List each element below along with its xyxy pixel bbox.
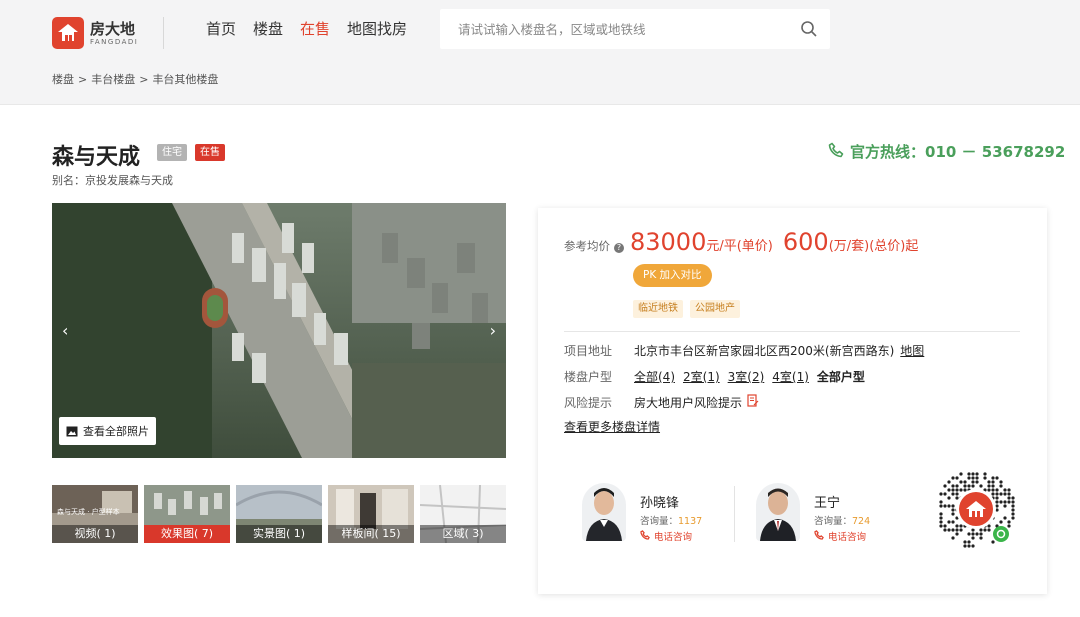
address-row: 项目地址 北京市丰台区新宫家园北区西200米(新宫西路东) 地图: [564, 342, 924, 359]
view-all-photos-button[interactable]: 查看全部照片: [59, 417, 156, 445]
divider: [734, 486, 735, 542]
nav-on-sale[interactable]: 在售: [300, 18, 330, 40]
price-label: 参考均价: [564, 239, 610, 253]
hotline[interactable]: 官方热线：010 － 53678292: [828, 141, 1065, 162]
document-icon[interactable]: [747, 394, 759, 411]
phone-consult-button[interactable]: 电话咨询: [814, 529, 866, 543]
phone-consult-label: 电话咨询: [828, 532, 867, 543]
thumb-render[interactable]: 效果图( 7): [144, 485, 230, 543]
feature-tag: 临近地铁: [633, 300, 683, 318]
risk-row: 风险提示 房大地用户风险提示: [564, 394, 759, 411]
consult-number: 724: [852, 516, 871, 527]
status-badge: 在售: [195, 144, 225, 161]
layout-row: 楼盘户型 全部(4) 2室(1) 3室(2) 4室(1) 全部户型: [564, 368, 865, 385]
thumb-caption: 样板间( 15): [328, 525, 414, 543]
main-photo[interactable]: ‹ › 查看全部照片: [52, 203, 506, 458]
thumb-video[interactable]: 森与天成 · 户型样本 视频( 1): [52, 485, 138, 543]
consult-label: 咨询量：: [814, 516, 853, 527]
agent-consult-count: 咨询量：724: [814, 513, 870, 527]
type-badge: 住宅: [157, 144, 187, 161]
image-icon: [66, 426, 78, 437]
nav-map-search[interactable]: 地图找房: [347, 18, 407, 40]
breadcrumb-fengtai[interactable]: 丰台楼盘: [91, 73, 135, 86]
phone-consult-label: 电话咨询: [654, 532, 693, 543]
phone-consult-button[interactable]: 电话咨询: [640, 529, 692, 543]
price-row: 参考均价 ? 83000 元/平(单价) 600 (万/套)(总价)起: [564, 228, 918, 256]
agent-name: 孙晓锋: [640, 496, 680, 511]
more-details-link[interactable]: 查看更多楼盘详情: [564, 418, 660, 435]
layout-filter-2room[interactable]: 2室(1): [683, 368, 720, 385]
help-icon[interactable]: ?: [614, 243, 624, 253]
thumb-real-photo[interactable]: 实景图( 1): [236, 485, 322, 543]
consult-number: 1137: [678, 516, 703, 527]
view-all-photos-label: 查看全部照片: [83, 425, 149, 438]
divider: [163, 17, 164, 49]
breadcrumb-sep: >: [139, 73, 149, 86]
project-title: 森与天成: [52, 145, 141, 170]
thumbnail-strip: 森与天成 · 户型样本 视频( 1) 效果图( 7) 实景图( 1) 样板间( …: [52, 485, 506, 543]
unit-price-unit: 元/平(单价): [706, 239, 773, 254]
thumb-caption: 实景图( 1): [236, 525, 322, 543]
thumb-area-map[interactable]: 区域( 3): [420, 485, 506, 543]
risk-value[interactable]: 房大地用户风险提示: [634, 394, 742, 411]
agent-avatar[interactable]: [756, 483, 800, 541]
breadcrumb-fengtai-other[interactable]: 丰台其他楼盘: [152, 73, 218, 86]
all-layouts-link[interactable]: 全部户型: [817, 368, 865, 385]
hotline-text: 官方热线：010 － 53678292: [850, 143, 1066, 161]
logo-text: 房大地: [90, 19, 136, 38]
layout-label: 楼盘户型: [564, 370, 613, 384]
total-price-unit: (万/套)(总价)起: [828, 239, 919, 254]
thumb-caption: 区域( 3): [420, 525, 506, 543]
thumb-caption: 效果图( 7): [144, 525, 230, 543]
thumb-caption: 视频( 1): [52, 525, 138, 543]
site-logo[interactable]: 房大地 FANGDADI: [52, 17, 138, 49]
map-link[interactable]: 地图: [900, 342, 924, 359]
search-box: [440, 9, 830, 49]
search-icon[interactable]: [800, 20, 818, 38]
nav-home[interactable]: 首页: [206, 18, 236, 40]
unit-price: 83000: [630, 228, 707, 256]
agent-avatar[interactable]: [582, 483, 626, 541]
agent-consult-count: 咨询量：1137: [640, 513, 702, 527]
project-info-card: 参考均价 ? 83000 元/平(单价) 600 (万/套)(总价)起 PK 加…: [538, 208, 1047, 594]
phone-icon: [814, 529, 824, 543]
next-photo-arrow[interactable]: ›: [490, 321, 496, 340]
address-label: 项目地址: [564, 344, 613, 358]
address-value: 北京市丰台区新宫家园北区西200米(新宫西路东): [634, 344, 895, 358]
layout-filter-4room[interactable]: 4室(1): [772, 368, 809, 385]
search-input[interactable]: [440, 9, 780, 49]
feature-tag: 公园地产: [690, 300, 740, 318]
mini-program-qr-code: [933, 466, 1019, 552]
project-alias: 别名：京投发展森与天成: [52, 174, 173, 187]
add-to-compare-button[interactable]: PK 加入对比: [633, 264, 712, 287]
nav-properties[interactable]: 楼盘: [253, 18, 283, 40]
divider: [564, 331, 1020, 332]
main-nav: 首页 楼盘 在售 地图找房: [206, 18, 407, 40]
logo-house-icon: [52, 17, 84, 49]
risk-label: 风险提示: [564, 396, 613, 410]
layout-filter-3room[interactable]: 3室(2): [728, 368, 765, 385]
thumb-overlay-text: 森与天成 · 户型样本: [57, 508, 120, 516]
agent-name: 王宁: [814, 496, 841, 511]
breadcrumb: 楼盘 > 丰台楼盘 > 丰台其他楼盘: [52, 71, 218, 87]
total-price: 600: [782, 228, 829, 256]
layout-filter-all[interactable]: 全部(4): [634, 368, 675, 385]
breadcrumb-sep: >: [78, 73, 88, 86]
prev-photo-arrow[interactable]: ‹: [62, 321, 68, 340]
breadcrumb-properties[interactable]: 楼盘: [52, 73, 74, 86]
phone-icon: [640, 529, 650, 543]
thumb-model-room[interactable]: 样板间( 15): [328, 485, 414, 543]
phone-icon: [828, 142, 844, 162]
logo-subtext: FANGDADI: [90, 37, 139, 46]
top-header: 房大地 FANGDADI 首页 楼盘 在售 地图找房 楼盘>丰台楼盘>丰台其他楼…: [0, 0, 1080, 105]
consult-label: 咨询量：: [640, 516, 679, 527]
